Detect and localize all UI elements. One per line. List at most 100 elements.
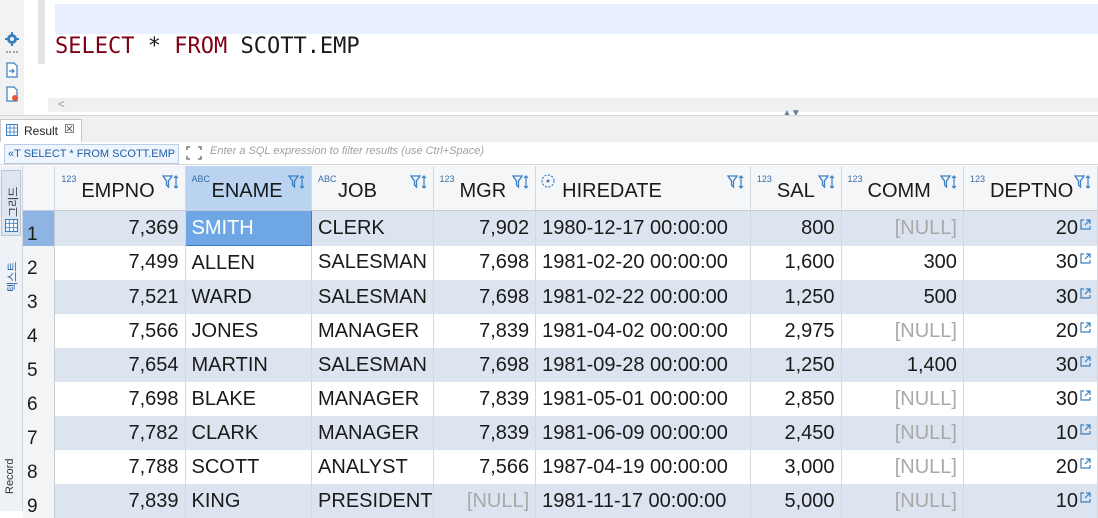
filter-sort-icon[interactable] xyxy=(288,174,306,190)
cell-hiredate[interactable]: 1981-11-17 00:00:00 xyxy=(535,484,751,518)
table-row[interactable]: 2 7,499 ALLEN SALESMAN 7,698 1981-02-20 … xyxy=(23,245,1098,280)
external-link-icon[interactable] xyxy=(1080,219,1091,230)
cell-sal[interactable]: 3,000 xyxy=(750,450,842,484)
filter-sort-icon[interactable] xyxy=(161,174,180,190)
table-row[interactable]: 8 7,788 SCOTT ANALYST 7,566 1987-04-19 0… xyxy=(23,450,1098,484)
row-number[interactable]: 8 xyxy=(23,450,56,484)
cell-empno[interactable]: 7,499 xyxy=(54,245,186,280)
cell-ename[interactable]: ALLEN xyxy=(185,245,313,280)
table-row[interactable]: 5 7,654 MARTIN SALESMAN 7,698 1981-09-28… xyxy=(23,348,1098,382)
gear-icon[interactable] xyxy=(4,31,20,47)
table-row[interactable]: 3 7,521 WARD SALESMAN 7,698 1981-02-22 0… xyxy=(23,280,1098,314)
table-row[interactable]: 4 7,566 JONES MANAGER 7,839 1981-04-02 0… xyxy=(23,314,1098,348)
cell-ename[interactable]: WARD xyxy=(185,280,313,314)
cell-mgr[interactable]: 7,698 xyxy=(433,280,537,314)
close-icon[interactable]: ☒ xyxy=(64,122,75,136)
cell-job[interactable]: CLERK xyxy=(311,210,434,246)
cell-deptno[interactable]: 20 xyxy=(963,314,1098,348)
cell-comm[interactable]: 500 xyxy=(841,280,964,314)
cell-comm[interactable]: 1,400 xyxy=(841,348,964,382)
cell-job[interactable]: SALESMAN xyxy=(311,280,434,314)
export-file-icon[interactable] xyxy=(4,62,20,78)
row-number[interactable]: 9 xyxy=(23,484,56,518)
cell-job[interactable]: PRESIDENT xyxy=(311,484,434,518)
cell-job[interactable]: MANAGER xyxy=(311,314,434,348)
column-header-sal[interactable]: 123 SAL xyxy=(750,166,842,211)
filter-sort-icon[interactable] xyxy=(726,174,745,190)
column-header-empno[interactable]: 123 EMPNO xyxy=(54,166,186,211)
cell-mgr[interactable]: 7,839 xyxy=(433,314,537,348)
cell-sal[interactable]: 800 xyxy=(750,210,842,246)
tab-result[interactable]: Result ☒ xyxy=(0,119,82,142)
external-link-icon[interactable] xyxy=(1080,423,1091,435)
file-settings-icon[interactable] xyxy=(4,86,20,102)
cell-empno[interactable]: 7,782 xyxy=(54,416,186,450)
row-number[interactable]: 7 xyxy=(23,416,56,450)
filter-expression-input[interactable]: Enter a SQL expression to filter results… xyxy=(210,145,484,157)
grid-view-button[interactable]: 그리드 xyxy=(1,170,21,236)
cell-ename[interactable]: KING xyxy=(185,484,313,518)
cell-comm[interactable]: [NULL] xyxy=(841,484,964,518)
active-query-chip[interactable]: «T SELECT * FROM SCOTT.EMP xyxy=(4,144,180,164)
cell-job[interactable]: ANALYST xyxy=(311,450,434,484)
cell-comm[interactable]: [NULL] xyxy=(841,382,964,416)
cell-deptno[interactable]: 30 xyxy=(963,245,1098,280)
table-row[interactable]: 6 7,698 BLAKE MANAGER 7,839 1981-05-01 0… xyxy=(23,382,1098,416)
cell-sal[interactable]: 5,000 xyxy=(750,484,842,518)
external-link-icon[interactable] xyxy=(1080,321,1091,333)
filter-sort-icon[interactable] xyxy=(1074,174,1092,190)
cell-comm[interactable]: [NULL] xyxy=(841,416,964,450)
sql-editor[interactable]: SELECT * FROM SCOTT.EMP xyxy=(55,0,1098,98)
column-header-mgr[interactable]: 123 MGR xyxy=(433,166,537,211)
row-number[interactable]: 6 xyxy=(23,382,56,416)
cell-mgr[interactable]: [NULL] xyxy=(433,484,537,518)
text-view-label[interactable]: 텍스트 xyxy=(4,262,20,292)
cell-ename[interactable]: CLARK xyxy=(185,416,313,450)
row-number[interactable]: 3 xyxy=(23,280,56,314)
cell-mgr[interactable]: 7,902 xyxy=(433,210,537,246)
cell-sal[interactable]: 1,250 xyxy=(750,280,842,314)
cell-hiredate[interactable]: 1981-02-20 00:00:00 xyxy=(535,245,751,280)
cell-comm[interactable]: [NULL] xyxy=(841,450,964,484)
cell-ename-selected[interactable]: SMITH xyxy=(184,210,313,246)
cell-hiredate[interactable]: 1981-06-09 00:00:00 xyxy=(535,416,751,450)
row-number[interactable]: 1 xyxy=(23,210,56,246)
filter-sort-icon[interactable] xyxy=(409,174,428,190)
column-header-hiredate[interactable]: HIREDATE xyxy=(535,166,751,211)
cell-job[interactable]: MANAGER xyxy=(311,416,434,450)
cell-ename[interactable]: BLAKE xyxy=(185,382,313,416)
cell-hiredate[interactable]: 1981-09-28 00:00:00 xyxy=(535,348,751,382)
editor-horizontal-scrollbar[interactable]: < xyxy=(48,97,1098,112)
sql-text[interactable]: SELECT * FROM SCOTT.EMP xyxy=(55,34,360,59)
row-number[interactable]: 4 xyxy=(23,314,56,348)
cell-comm[interactable]: [NULL] xyxy=(841,314,964,348)
table-row[interactable]: 1 7,369 SMITH CLERK 7,902 1980-12-17 00:… xyxy=(23,210,1098,246)
row-number[interactable]: 5 xyxy=(23,348,56,382)
cell-deptno[interactable]: 10 xyxy=(963,416,1098,450)
cell-job[interactable]: MANAGER xyxy=(311,382,434,416)
cell-deptno[interactable]: 20 xyxy=(963,210,1098,246)
filter-sort-icon[interactable] xyxy=(512,174,530,190)
column-header-ename[interactable]: ABC ENAME xyxy=(185,166,313,211)
column-header-comm[interactable]: 123 COMM xyxy=(841,166,964,211)
column-header-deptno[interactable]: 123 DEPTNO xyxy=(963,166,1098,211)
cell-job[interactable]: SALESMAN xyxy=(311,348,434,382)
cell-mgr[interactable]: 7,698 xyxy=(433,348,537,382)
cell-comm[interactable]: [NULL] xyxy=(841,210,964,246)
cell-hiredate[interactable]: 1981-04-02 00:00:00 xyxy=(535,314,751,348)
external-link-icon[interactable] xyxy=(1080,457,1091,469)
filter-sort-icon[interactable] xyxy=(939,174,958,190)
column-header-job[interactable]: ABC JOB xyxy=(311,166,434,211)
cell-mgr[interactable]: 7,698 xyxy=(433,245,537,280)
cell-job[interactable]: SALESMAN xyxy=(311,245,434,280)
cell-empno[interactable]: 7,566 xyxy=(54,314,186,348)
cell-mgr[interactable]: 7,566 xyxy=(433,450,537,484)
external-link-icon[interactable] xyxy=(1080,355,1091,367)
cell-sal[interactable]: 1,250 xyxy=(750,348,842,382)
cell-sal[interactable]: 1,600 xyxy=(750,245,842,280)
cell-sal[interactable]: 2,850 xyxy=(750,382,842,416)
cell-hiredate[interactable]: 1981-02-22 00:00:00 xyxy=(535,280,751,314)
cell-empno[interactable]: 7,654 xyxy=(54,348,186,382)
cell-mgr[interactable]: 7,839 xyxy=(433,416,537,450)
cell-hiredate[interactable]: 1987-04-19 00:00:00 xyxy=(535,450,751,484)
